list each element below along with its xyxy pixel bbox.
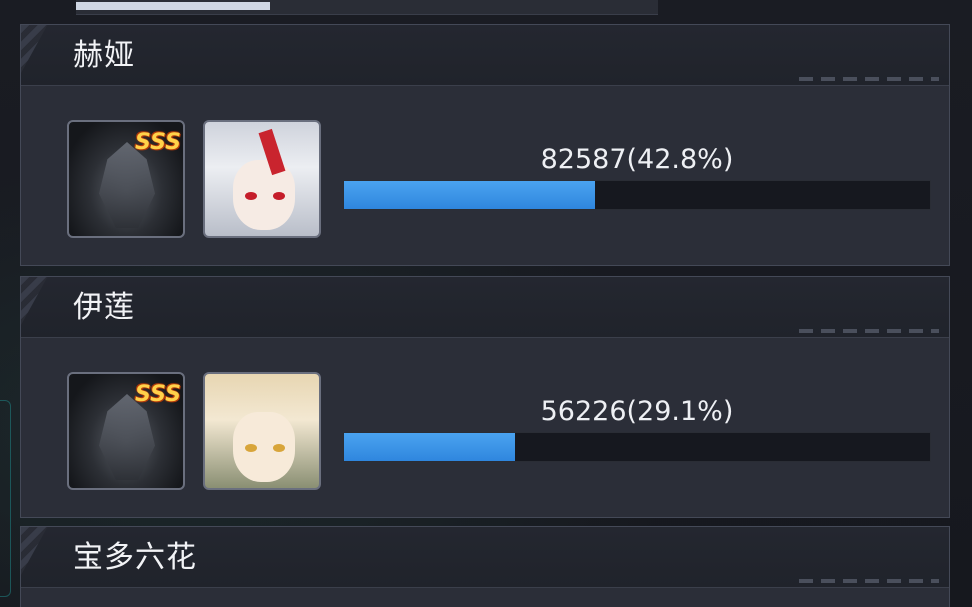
damage-value: 82587(42.8%) bbox=[540, 144, 734, 175]
rank-badge: SSS bbox=[135, 130, 181, 155]
character-name: 伊莲 bbox=[73, 290, 135, 325]
card-header: 赫娅 bbox=[21, 25, 949, 86]
scroll-indicator-fill bbox=[76, 2, 270, 10]
character-card-1[interactable]: 赫娅 SSS 82587(42.8%) bbox=[20, 24, 950, 266]
card-header: 宝多六花 bbox=[21, 527, 949, 588]
eye-left bbox=[245, 444, 257, 452]
damage-bar-fill bbox=[344, 433, 515, 461]
side-frame-decoration bbox=[0, 400, 11, 597]
damage-value: 56226(29.1%) bbox=[540, 396, 734, 427]
card-body: SSS 82587(42.8%) bbox=[21, 86, 949, 266]
eye-left bbox=[245, 192, 257, 200]
character-name: 赫娅 bbox=[73, 38, 135, 73]
mech-portrait[interactable]: SSS bbox=[67, 120, 185, 238]
character-card-2[interactable]: 伊莲 SSS 56226(29.1%) bbox=[20, 276, 950, 518]
damage-bar bbox=[343, 432, 931, 462]
rank-badge: SSS bbox=[135, 382, 181, 407]
character-name: 宝多六花 bbox=[73, 540, 197, 575]
eye-right bbox=[273, 444, 285, 452]
damage-bar bbox=[343, 180, 931, 210]
damage-ranking-panel: 赫娅 SSS 82587(42.8%) 伊莲 SSS 56226(29.1%) … bbox=[0, 0, 972, 607]
pilot-portrait[interactable] bbox=[203, 372, 321, 490]
mech-portrait[interactable]: SSS bbox=[67, 372, 185, 490]
character-card-3[interactable]: 宝多六花 bbox=[20, 526, 950, 607]
damage-bar-fill bbox=[344, 181, 595, 209]
card-header: 伊莲 bbox=[21, 277, 949, 338]
pilot-portrait[interactable] bbox=[203, 120, 321, 238]
pilot-face bbox=[233, 412, 295, 482]
scroll-indicator[interactable] bbox=[76, 0, 658, 15]
card-body: SSS 56226(29.1%) bbox=[21, 338, 949, 518]
eye-right bbox=[273, 192, 285, 200]
